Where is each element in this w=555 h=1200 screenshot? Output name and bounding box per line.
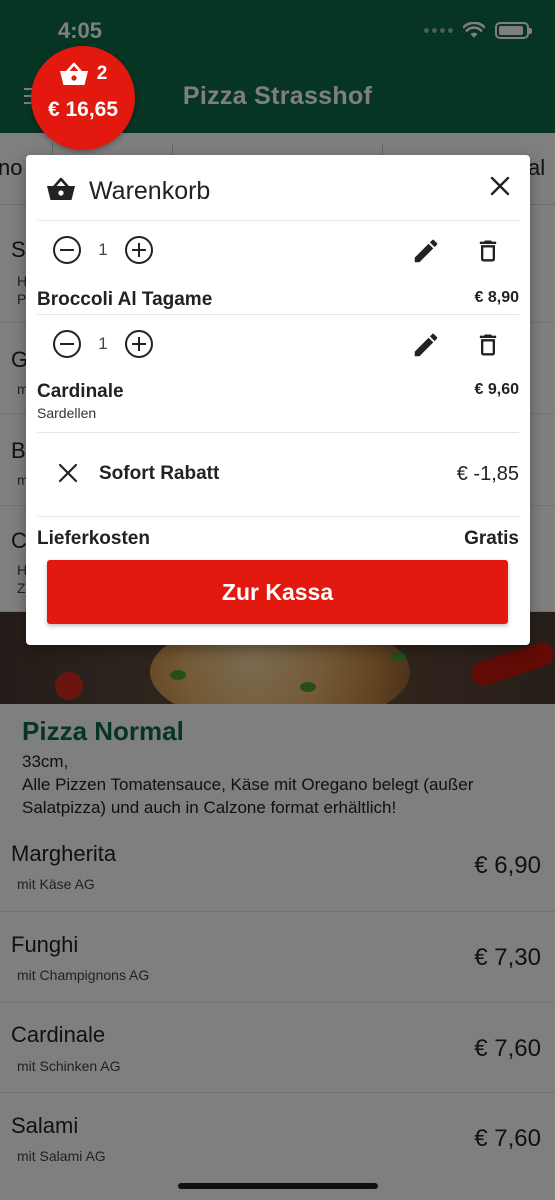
- plus-circle-icon[interactable]: [125, 236, 153, 264]
- dialog-title: Warenkorb: [89, 177, 211, 205]
- cart-dialog: Warenkorb 1 Broccoli Al Tagame € 8,90 1: [26, 155, 530, 645]
- pencil-icon[interactable]: [411, 236, 441, 266]
- minus-circle-icon[interactable]: [53, 236, 81, 264]
- cart-item-name: Cardinale: [37, 381, 124, 402]
- basket-icon: [47, 177, 75, 200]
- close-icon[interactable]: [487, 173, 513, 199]
- discount-row: Sofort Rabatt € -1,85: [37, 433, 519, 517]
- checkout-button[interactable]: Zur Kassa: [47, 560, 508, 624]
- quantity-value: 1: [98, 334, 108, 353]
- cart-item-price: € 9,60: [474, 381, 519, 398]
- pencil-icon[interactable]: [411, 330, 441, 360]
- cart-item-name: Broccoli Al Tagame: [37, 289, 213, 310]
- minus-circle-icon[interactable]: [53, 330, 81, 358]
- delivery-value: Gratis: [464, 528, 519, 549]
- cart-total: € 16,65: [47, 98, 119, 121]
- home-indicator[interactable]: [178, 1183, 378, 1189]
- cart-item: 1 Cardinale € 9,60 Sardellen: [37, 315, 519, 433]
- quantity-stepper: 1: [53, 330, 153, 358]
- plus-circle-icon[interactable]: [125, 330, 153, 358]
- dialog-header: Warenkorb: [37, 155, 519, 221]
- delivery-label: Lieferkosten: [37, 528, 150, 549]
- trash-icon[interactable]: [474, 330, 502, 360]
- discount-label: Sofort Rabatt: [99, 463, 220, 484]
- quantity-stepper: 1: [53, 236, 153, 264]
- cart-badge[interactable]: 2 € 16,65: [31, 46, 135, 150]
- remove-discount-icon[interactable]: [57, 462, 79, 484]
- basket-icon: [59, 62, 88, 85]
- trash-icon[interactable]: [474, 236, 502, 266]
- quantity-value: 1: [98, 240, 108, 259]
- cart-count: 2: [96, 63, 108, 84]
- cart-item: 1 Broccoli Al Tagame € 8,90: [37, 221, 519, 315]
- cart-item-note: Sardellen: [37, 405, 97, 421]
- discount-value: € -1,85: [456, 463, 519, 485]
- cart-item-price: € 8,90: [474, 289, 519, 306]
